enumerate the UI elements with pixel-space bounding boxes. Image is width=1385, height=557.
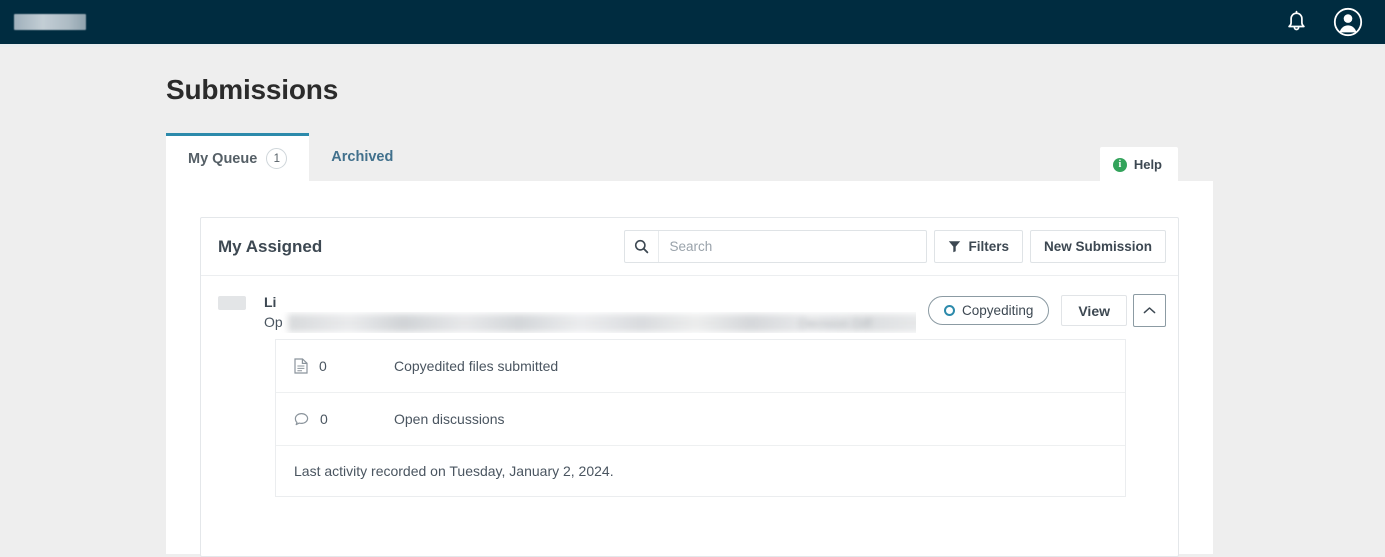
chevron-up-icon: [1143, 307, 1156, 314]
submission-flag-redacted: [218, 296, 246, 310]
search-input[interactable]: [659, 231, 927, 262]
card-header: My Assigned Filters: [201, 218, 1178, 276]
detail-files-count-group: 0: [294, 358, 374, 374]
topbar-icon-group: [1281, 7, 1363, 37]
submissions-panel: My Assigned Filters: [166, 181, 1213, 557]
discussion-bubble-icon: [294, 412, 309, 425]
detail-discussions-count: 0: [320, 411, 328, 428]
submission-title-prefix: Op: [264, 314, 283, 331]
status-badge: Copyediting: [928, 296, 1050, 325]
submission-row-content: Li Op Decision Diff Copyediting View: [218, 292, 1166, 333]
view-button[interactable]: View: [1061, 295, 1127, 326]
tab-my-queue-badge: 1: [266, 148, 288, 169]
detail-files-count: 0: [319, 358, 327, 375]
bell-icon[interactable]: [1281, 7, 1311, 37]
detail-row-discussions[interactable]: 0 Open discussions: [276, 393, 1125, 447]
submission-actions: Copyediting View: [928, 294, 1166, 327]
page-title: Submissions: [166, 74, 339, 105]
search-container: [624, 230, 928, 263]
new-submission-button[interactable]: New Submission: [1029, 230, 1166, 263]
help-button[interactable]: i Help: [1099, 147, 1178, 182]
last-activity-text: Last activity recorded on Tuesday, Janua…: [294, 463, 614, 480]
submission-info: Li Op Decision Diff: [264, 292, 917, 333]
filters-button-label: Filters: [968, 239, 1009, 254]
view-button-label: View: [1078, 302, 1110, 319]
site-logo-redacted[interactable]: [14, 14, 86, 30]
detail-discussions-label: Open discussions: [394, 411, 505, 428]
filters-button[interactable]: Filters: [934, 230, 1023, 263]
submission-details: 0 Copyedited files submitted 0 Open disc…: [275, 339, 1126, 498]
funnel-icon: [949, 241, 961, 253]
top-navigation-bar: [0, 0, 1385, 44]
tab-archived[interactable]: Archived: [309, 133, 415, 181]
user-avatar-icon[interactable]: [1333, 7, 1363, 37]
expand-collapse-button[interactable]: [1133, 294, 1166, 327]
tab-my-queue[interactable]: My Queue 1: [166, 133, 310, 181]
detail-files-label: Copyedited files submitted: [394, 358, 559, 375]
help-button-label: Help: [1133, 157, 1162, 172]
status-badge-label: Copyediting: [962, 303, 1034, 318]
search-icon[interactable]: [625, 231, 660, 262]
document-icon: [294, 358, 308, 374]
submission-row: Li Op Decision Diff Copyediting View 0 C…: [201, 276, 1178, 511]
card-title: My Assigned: [218, 236, 323, 256]
detail-row-files[interactable]: 0 Copyedited files submitted: [276, 340, 1125, 394]
submission-meta-redacted: Decision Diff: [799, 316, 872, 332]
page-body: Submissions My Queue 1 Archived i Help M…: [0, 47, 1385, 557]
my-assigned-card: My Assigned Filters: [200, 217, 1179, 557]
tab-archived-label: Archived: [331, 149, 394, 165]
new-submission-button-label: New Submission: [1043, 239, 1152, 254]
detail-discussions-count-group: 0: [294, 411, 374, 427]
submission-title-line[interactable]: Op Decision Diff: [264, 312, 917, 333]
info-icon: i: [1112, 157, 1127, 172]
submission-author: Li: [264, 294, 277, 310]
tab-my-queue-label: My Queue: [188, 150, 258, 167]
circle-outline-icon: [944, 305, 956, 316]
submissions-tablist: My Queue 1 Archived: [166, 133, 415, 181]
